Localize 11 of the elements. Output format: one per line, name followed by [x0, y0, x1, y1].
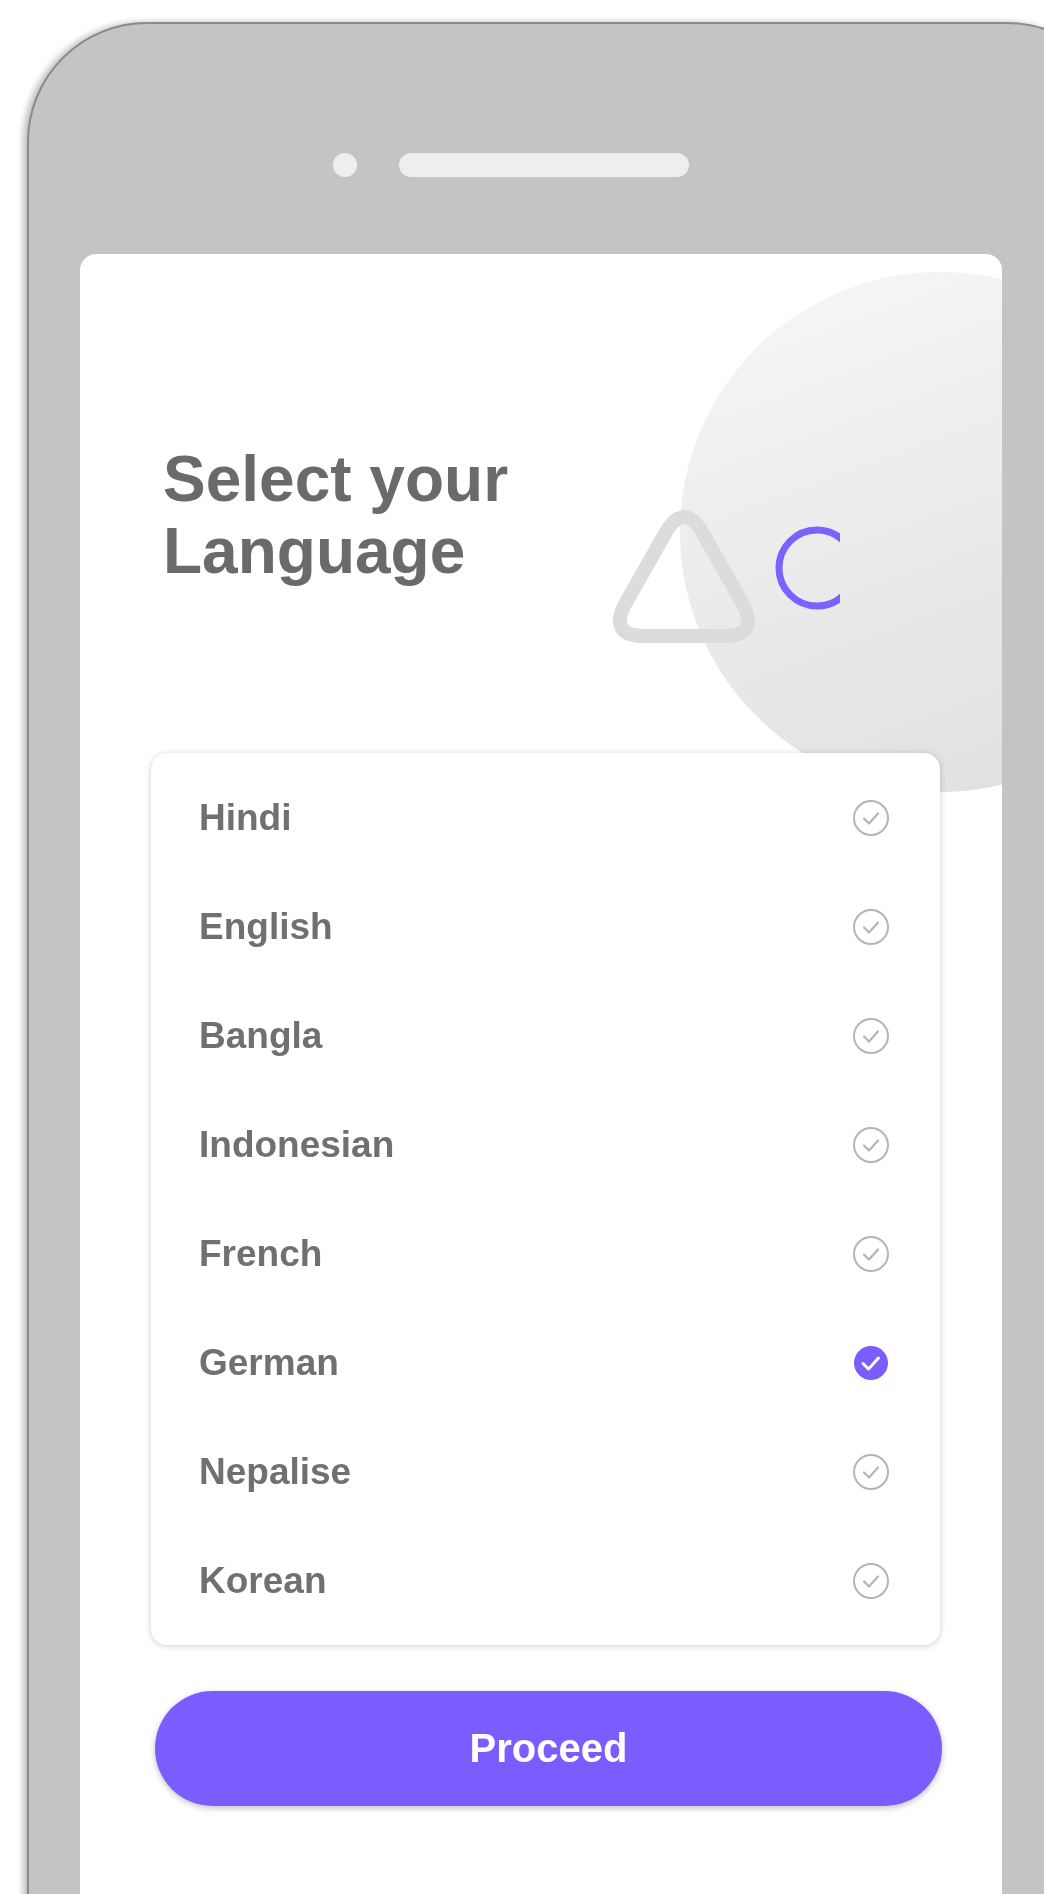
proceed-button[interactable]: Proceed [155, 1691, 942, 1807]
language-option[interactable]: Indonesian [199, 1123, 395, 1166]
camera-dot [333, 153, 357, 177]
language-option[interactable]: English [199, 905, 333, 948]
language-option[interactable]: German [199, 1341, 339, 1384]
language-option[interactable]: Nepalise [199, 1450, 352, 1493]
page-title: Select your Language [163, 444, 510, 588]
language-option[interactable]: Bangla [199, 1014, 323, 1057]
language-option[interactable]: Hindi [199, 796, 292, 839]
language-option[interactable]: French [199, 1232, 323, 1275]
language-option[interactable]: Korean [199, 1559, 327, 1602]
